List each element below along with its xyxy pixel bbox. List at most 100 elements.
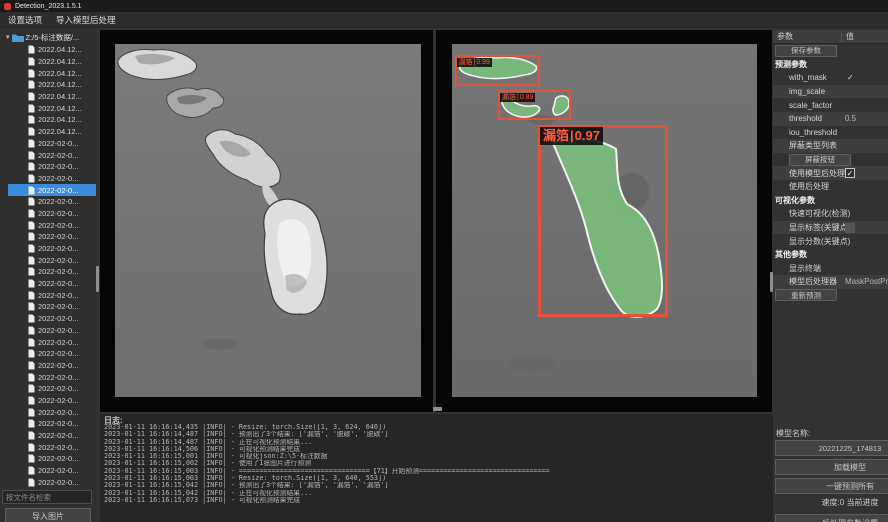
- param-action-button[interactable]: 屏蔽按钮: [789, 154, 851, 166]
- tree-item[interactable]: 2022-02-0...: [8, 266, 96, 278]
- tree-item[interactable]: 2022-02-0...: [8, 184, 96, 196]
- param-row[interactable]: 模型后处理器MaskPostPro: [773, 275, 888, 289]
- tree-item[interactable]: 2022-02-0...: [8, 289, 96, 301]
- file-icon: [28, 349, 35, 358]
- tree-item-label: 2022-02-0...: [38, 408, 78, 417]
- param-label: 可视化参数: [775, 195, 815, 206]
- param-label: 预测参数: [775, 59, 807, 70]
- param-row[interactable]: 使用后处理: [773, 180, 888, 194]
- tree-item[interactable]: 2022-02-0...: [8, 418, 96, 430]
- file-icon: [28, 431, 35, 440]
- tree-item[interactable]: 2022-02-0...: [8, 325, 96, 337]
- tree-item[interactable]: 2022.04.12...: [8, 126, 96, 138]
- tree-item-label: 2022.04.12...: [38, 57, 82, 66]
- tree-item[interactable]: 2022.04.12...: [8, 114, 96, 126]
- tree-item[interactable]: 2022-02-0...: [8, 360, 96, 372]
- tree-item-label: 2022-02-0...: [38, 291, 78, 300]
- log-line: 2023-01-11 16:16:14,487|INFO|- 正在可视化预测结果…: [104, 439, 770, 446]
- file-icon: [28, 396, 35, 405]
- tree-item[interactable]: 2022-02-0...: [8, 430, 96, 442]
- param-row[interactable]: with_mask✓: [773, 71, 888, 85]
- window-title: Detection_2023.1.5.1: [15, 3, 82, 10]
- tree-item[interactable]: 2022.04.12...: [8, 67, 96, 79]
- tree-item[interactable]: 2022-02-0...: [8, 254, 96, 266]
- tree-item-label: 2022-02-0...: [38, 186, 78, 195]
- viewer-hscrollbar[interactable]: [433, 407, 442, 411]
- param-row[interactable]: 保存参数: [773, 44, 888, 58]
- menu-settings[interactable]: 设置选项: [8, 14, 42, 26]
- tree-item[interactable]: 2022-02-0...: [8, 243, 96, 255]
- param-row[interactable]: 显示分数(关键点): [773, 234, 888, 248]
- param-action-button[interactable]: 重新预测: [775, 289, 837, 301]
- predict-all-button[interactable]: 一键预测所有: [775, 478, 888, 494]
- param-row[interactable]: 使用模型后处理✓: [773, 166, 888, 180]
- param-row[interactable]: img_scale: [773, 85, 888, 99]
- file-icon: [28, 373, 35, 382]
- tree-item[interactable]: 2022-02-0...: [8, 231, 96, 243]
- tree-item[interactable]: 2022-02-0...: [8, 278, 96, 290]
- tree-item[interactable]: 2022-02-0...: [8, 138, 96, 150]
- param-label: iou_threshold: [789, 128, 837, 137]
- file-icon: [28, 45, 35, 54]
- file-icon: [28, 338, 35, 347]
- param-row[interactable]: threshold0.5: [773, 112, 888, 126]
- tree-root-label: Z:/5-标注数据/...: [26, 32, 80, 43]
- tree-item[interactable]: 2022-02-0...: [8, 149, 96, 161]
- menu-import-postprocess[interactable]: 导入模型后处理: [56, 14, 116, 26]
- tree-item[interactable]: 2022-02-0...: [8, 476, 96, 488]
- file-icon: [28, 302, 35, 311]
- param-action-button[interactable]: 保存参数: [775, 45, 837, 57]
- param-checkbox[interactable]: [845, 223, 855, 233]
- tree-item[interactable]: 2022-02-0...: [8, 301, 96, 313]
- load-model-button[interactable]: 加载模型: [775, 459, 888, 475]
- param-label: img_scale: [789, 87, 825, 96]
- param-checkbox[interactable]: ✓: [845, 168, 855, 178]
- tree-item[interactable]: 2022-02-0...: [8, 395, 96, 407]
- params-header-value: 值: [841, 31, 888, 42]
- tree-item[interactable]: 2022.04.12...: [8, 91, 96, 103]
- tree-item[interactable]: 2022-02-0...: [8, 313, 96, 325]
- file-icon: [28, 443, 35, 452]
- import-images-button[interactable]: 导入图片: [5, 508, 91, 522]
- postprocess-settings-button[interactable]: 后处理参数设置: [775, 514, 888, 522]
- tree-item[interactable]: 2022-02-0...: [8, 371, 96, 383]
- param-row[interactable]: 显示标签(关键点): [773, 221, 888, 235]
- tree-item[interactable]: 2022-02-0...: [8, 336, 96, 348]
- tree-item[interactable]: 2022-02-0...: [8, 208, 96, 220]
- detection-box-3: [538, 125, 668, 317]
- param-row[interactable]: 快速可视化(检测): [773, 207, 888, 221]
- tree-item[interactable]: 2022.04.12...: [8, 44, 96, 56]
- param-row[interactable]: 重新预测: [773, 289, 888, 303]
- model-name-button[interactable]: 20221225_174813: [775, 440, 888, 456]
- tree-item[interactable]: 2022.04.12...: [8, 79, 96, 91]
- tree-item-label: 2022-02-0...: [38, 209, 78, 218]
- param-row[interactable]: 屏蔽按钮: [773, 153, 888, 167]
- param-row[interactable]: iou_threshold: [773, 126, 888, 140]
- file-icon: [28, 69, 35, 78]
- log-line: 2023-01-11 16:16:15,073|INFO|- 可视化预测结果完成: [104, 497, 770, 504]
- model-name-label: 模型名称:: [776, 428, 810, 439]
- tree-item[interactable]: 2022-02-0...: [8, 161, 96, 173]
- viewer-original[interactable]: [100, 30, 433, 412]
- param-row[interactable]: 屏蔽类型列表: [773, 139, 888, 153]
- tree-item[interactable]: 2022-02-0...: [8, 219, 96, 231]
- tree-item[interactable]: 2022-02-0...: [8, 441, 96, 453]
- param-row[interactable]: 显示终端: [773, 262, 888, 276]
- tree-item[interactable]: 2022.04.12...: [8, 56, 96, 68]
- tree-item[interactable]: 2022-02-0...: [8, 453, 96, 465]
- param-label: 显示终端: [789, 263, 821, 274]
- param-section-header: 其他参数: [773, 248, 888, 262]
- tree-item[interactable]: 2022-02-0...: [8, 383, 96, 395]
- param-label: 屏蔽类型列表: [789, 140, 837, 151]
- tree-item[interactable]: 2022.04.12...: [8, 102, 96, 114]
- tree-item[interactable]: 2022-02-0...: [8, 173, 96, 185]
- search-input[interactable]: [2, 490, 92, 504]
- param-row[interactable]: scale_factor: [773, 98, 888, 112]
- tree-root[interactable]: ▾ Z:/5-标注数据/...: [0, 30, 96, 44]
- file-sidebar: ▾ Z:/5-标注数据/... 2022.04.12...2022.04.12.…: [0, 28, 96, 522]
- tree-item[interactable]: 2022-02-0...: [8, 465, 96, 477]
- tree-item[interactable]: 2022-02-0...: [8, 196, 96, 208]
- log-line: 2023-01-11 16:16:14,506|INFO|- 可视化预测结果完成: [104, 446, 770, 453]
- tree-item[interactable]: 2022-02-0...: [8, 348, 96, 360]
- tree-item[interactable]: 2022-02-0...: [8, 406, 96, 418]
